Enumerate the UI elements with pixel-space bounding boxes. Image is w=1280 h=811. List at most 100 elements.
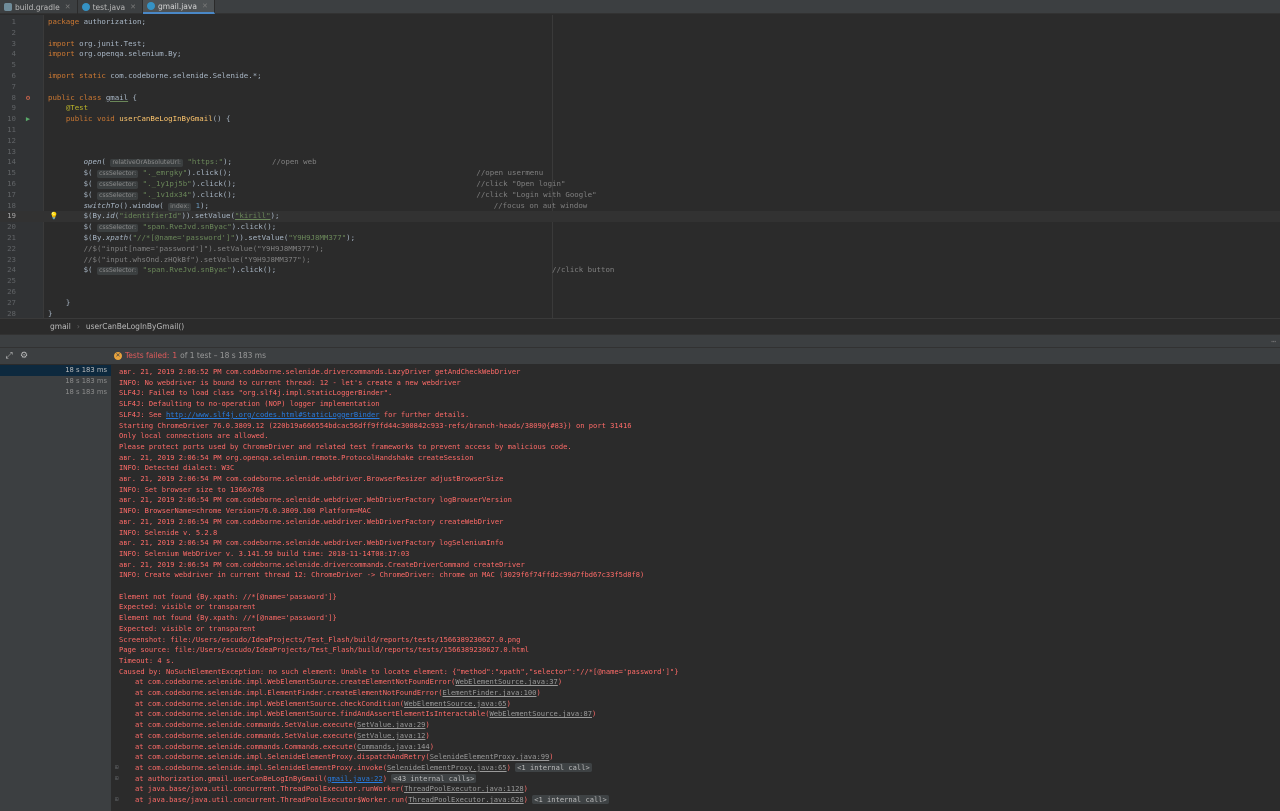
gradle-file-icon: [4, 3, 12, 11]
stack-frame-end: ): [523, 784, 528, 794]
console-line: авг. 21, 2019 2:06:54 PM com.codeborne.s…: [119, 559, 525, 569]
code-line: 13: [7, 146, 16, 156]
stack-frame-end: ): [536, 688, 541, 697]
console-text: SLF4J: See: [119, 409, 166, 419]
code-line: 9 @Test: [11, 103, 89, 113]
code-line-current: 19 💡 $(By.id("identifierId")).setValue("k…: [0, 211, 1280, 223]
gear-icon[interactable]: ⚙: [18, 351, 30, 361]
internal-calls-toggle[interactable]: <43 internal calls>: [391, 773, 477, 783]
source-link[interactable]: SelenideElementProxy.java:99: [430, 752, 550, 761]
code-line: 3 import org.junit.Test;: [11, 38, 146, 48]
internal-calls-toggle[interactable]: <1 internal call>: [532, 795, 609, 804]
java-file-icon: [147, 2, 155, 10]
more-icon[interactable]: ⋯: [1271, 337, 1276, 346]
code-line: 18 switchTo().window( index: 1); //focus…: [7, 200, 588, 211]
stack-frame-end: ): [425, 730, 430, 740]
breadcrumb-method[interactable]: userCanBeLogInByGmail(): [86, 322, 184, 331]
stack-trace-line: at com.codeborne.selenide.commands.SetVa…: [135, 720, 430, 731]
source-link[interactable]: SelenideElementProxy.java:65: [387, 763, 507, 772]
tree-item[interactable]: 18 s 183 ms: [0, 387, 111, 398]
export-results-icon[interactable]: ⤢: [3, 351, 15, 361]
console-line: Expected: visible or transparent: [119, 623, 256, 633]
stack-frame: at com.codeborne.selenide.impl.WebElemen…: [135, 698, 405, 708]
console-line: Element not found {By.xpath: //*[@name='…: [119, 613, 337, 623]
source-link[interactable]: Commands.java:144: [357, 742, 430, 751]
source-link[interactable]: gmail.java:22: [327, 774, 383, 783]
code-line: 2: [11, 27, 16, 37]
stack-trace-line: at com.codeborne.selenide.commands.Comma…: [135, 742, 434, 753]
stack-frame: at com.codeborne.selenide.impl.WebElemen…: [135, 677, 456, 687]
code-line: 12: [7, 135, 16, 145]
tree-item[interactable]: 18 s 183 ms: [0, 365, 111, 376]
code-line: 23 //$("input.whsOnd.zHQkBf").setValue("…: [7, 254, 311, 264]
internal-calls-toggle[interactable]: <1 internal call>: [515, 762, 592, 772]
source-link[interactable]: SetValue.java:12: [357, 731, 425, 740]
stack-frame-end: ): [429, 741, 434, 751]
console-link[interactable]: http://www.slf4j.org/codes.html#StaticLo…: [166, 410, 380, 419]
stack-frame: at java.base/java.util.concurrent.Thread…: [135, 795, 409, 804]
expand-icon[interactable]: ⊞: [115, 796, 119, 803]
console-line: авг. 21, 2019 2:06:54 PM com.codeborne.s…: [119, 538, 504, 548]
stack-trace-line: at java.base/java.util.concurrent.Thread…: [135, 784, 528, 795]
code-line: 27 }: [7, 297, 71, 307]
stack-trace-line: at java.base/java.util.concurrent.Thread…: [135, 795, 609, 806]
source-link[interactable]: ThreadPoolExecutor.java:1128: [404, 784, 524, 793]
run-class-icon[interactable]: ⚙: [22, 93, 34, 104]
run-toolbar: ⤢ ⚙ ✕ Tests failed: 1 of 1 test – 18 s 1…: [0, 348, 1280, 365]
source-link[interactable]: WebElementSource.java:37: [455, 677, 558, 686]
console-line: SLF4J: Defaulting to no-operation (NOP) …: [119, 399, 380, 409]
console-line: авг. 21, 2019 2:06:54 PM com.codeborne.s…: [119, 516, 504, 526]
console-line: Screenshot: file:/Users/escudo/IdeaProje…: [119, 634, 521, 644]
code-line: 6 import static com.codeborne.selenide.Se…: [11, 71, 262, 80]
test-status: ✕ Tests failed: 1 of 1 test – 18 s 183 m…: [114, 351, 266, 360]
code-line: 25: [7, 276, 16, 286]
stack-trace-line: at com.codeborne.selenide.impl.ElementFi…: [135, 688, 541, 699]
console-line: Expected: visible or transparent: [119, 602, 256, 612]
code-line: 20 $( cssSelector: "span.RveJvd.snByac")…: [7, 222, 277, 233]
code-line: 1 package authorization;: [11, 17, 146, 26]
code-line: 21 $(By.xpath("//*[@name='password']")).…: [7, 233, 356, 242]
stack-frame: at com.codeborne.selenide.commands.Comma…: [135, 741, 358, 751]
run-test-icon[interactable]: ▶: [22, 114, 34, 125]
console-line: SLF4J: See http://www.slf4j.org/codes.ht…: [119, 410, 469, 421]
editor-tab-bar: build.gradle ✕ test.java ✕ gmail.java ✕: [0, 0, 1280, 14]
source-link[interactable]: SetValue.java:29: [357, 720, 425, 729]
breadcrumb-class[interactable]: gmail: [50, 322, 71, 331]
status-rest: of 1 test – 18 s 183 ms: [180, 351, 266, 360]
console-text: for further details.: [379, 409, 470, 419]
close-icon[interactable]: ✕: [65, 3, 71, 11]
stack-trace-line: at com.codeborne.selenide.impl.WebElemen…: [135, 709, 596, 720]
code-editor[interactable]: 1 package authorization; 2 3 import org.ju…: [0, 15, 1280, 318]
expand-icon[interactable]: ⊞: [115, 775, 119, 782]
tab-label: gmail.java: [158, 1, 197, 11]
source-link[interactable]: WebElementSource.java:87: [489, 709, 592, 718]
java-file-icon: [81, 3, 90, 11]
stack-trace-line: at com.codeborne.selenide.impl.SelenideE…: [135, 762, 592, 774]
source-link[interactable]: ThreadPoolExecutor.java:628: [408, 795, 523, 804]
test-tree: 18 s 183 ms 18 s 183 ms 18 s 183 ms: [0, 365, 112, 811]
tab-test-java[interactable]: test.java ✕: [78, 0, 143, 14]
close-icon[interactable]: ✕: [202, 2, 208, 10]
expand-icon[interactable]: ⊞: [115, 764, 119, 771]
panel-splitter[interactable]: ⋯: [0, 334, 1280, 348]
source-link[interactable]: ElementFinder.java:100: [443, 688, 537, 697]
console-output[interactable]: авг. 21, 2019 2:06:52 PM com.codeborne.s…: [112, 365, 1280, 811]
source-link[interactable]: WebElementSource.java:65: [404, 699, 507, 708]
code-line: 14 open( relativeOrAbsoluteUrl: "https:"…: [7, 157, 317, 168]
console-line: Caused by: NoSuchElementException: no su…: [119, 666, 679, 676]
console-line: INFO: Selenium WebDriver v. 3.141.59 bui…: [119, 548, 410, 558]
stack-frame-end: ): [506, 762, 511, 772]
code-line: 10 ▶ public void userCanBeLogInByGmail() …: [7, 114, 231, 125]
console-line: авг. 21, 2019 2:06:54 PM com.codeborne.s…: [119, 474, 504, 483]
tab-build-gradle[interactable]: build.gradle ✕: [0, 0, 78, 14]
stack-trace-line: at com.codeborne.selenide.impl.WebElemen…: [135, 699, 511, 710]
tree-item[interactable]: 18 s 183 ms: [0, 376, 111, 387]
stack-frame-end: ): [506, 698, 511, 708]
code-line: 15 $( cssSelector: "._emrgky").click(); …: [7, 168, 544, 179]
console-line: авг. 21, 2019 2:06:52 PM com.codeborne.s…: [119, 367, 521, 376]
code-line: 4 import org.openqa.selenium.By;: [11, 49, 182, 59]
console-line: INFO: No webdriver is bound to current t…: [119, 377, 461, 387]
code-line: 5: [11, 60, 16, 70]
tab-gmail-java[interactable]: gmail.java ✕: [143, 0, 215, 14]
close-icon[interactable]: ✕: [130, 3, 136, 11]
